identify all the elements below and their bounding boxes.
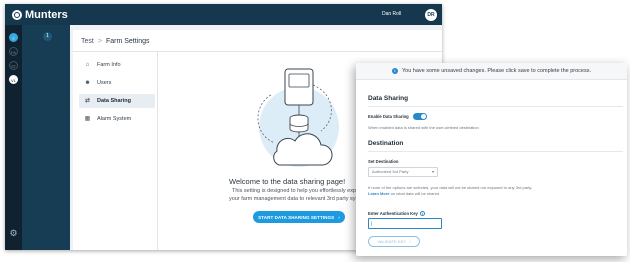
validate-key-label: VALIDATE KEY [377,239,407,244]
barn-icon: ⌂ [85,62,90,68]
device-screen [288,73,310,88]
sidebar-item-users[interactable]: ☻ Users [79,76,155,90]
validate-key-button[interactable]: VALIDATE KEY › [368,236,420,247]
start-data-sharing-button[interactable]: START DATA SHARING SETTINGS › [253,211,345,223]
learn-more-row: Learn More on what data will be shared [368,191,439,196]
unsaved-changes-text: You have some unsaved changes. Please cl… [401,68,592,74]
start-button-label: START DATA SHARING SETTINGS [258,214,335,220]
enable-data-sharing-hint: When enabled data is shared with the use… [368,125,479,130]
learn-more-link[interactable]: Learn More [368,191,390,196]
chevron-right-icon: › [338,214,340,220]
destination-selected-value: Authorized 3rd Party [372,169,409,174]
data-sharing-section-title: Data Sharing [368,95,409,102]
welcome-description-line2: your farm management data to relevant 3r… [229,196,360,202]
rail-item-vl[interactable]: VL [9,75,18,84]
sidebar-item-label: Data Sharing [97,98,131,104]
user-name[interactable]: Dan Roll [382,11,401,17]
welcome-title: Welcome to the data sharing page! [229,177,346,186]
destination-warning: If none of the options are selected, you… [368,185,533,190]
chevron-right-icon: › [409,239,411,244]
munters-logo: Munters [12,9,68,21]
sidebar-item-data-sharing[interactable]: ⇄ Data Sharing [79,94,155,108]
welcome-description-line1: This setting is designed to help you eff… [232,188,360,194]
settings-sidenav: ⌂ Farm Info ☻ Users ⇄ Data Sharing ▦ Ala… [79,58,155,130]
breadcrumb-parent[interactable]: Test [81,38,94,45]
auth-key-input[interactable]: | [368,218,442,229]
auth-key-cursor: | [371,221,373,226]
page-title: Farm Settings [105,38,150,45]
farm-number-badge[interactable]: 1 [43,32,52,41]
gear-icon[interactable]: ⚙ [9,229,18,238]
breadcrumb: Test > Farm Settings [81,38,150,45]
munters-logo-icon [12,10,22,20]
home-icon: ≡ [12,36,15,41]
section-divider [368,106,623,107]
breadcrumb-separator: > [97,38,102,45]
sidebar-item-farm-info[interactable]: ⌂ Farm Info [79,58,155,72]
destination-select[interactable]: Authorized 3rd Party ▾ [368,167,438,177]
screenshot-stage: Munters Dan Roll DR ≡ FA ST VL ⚙ 1 Test … [0,0,630,262]
header-divider [73,51,442,52]
data-sharing-settings-panel: i You have some unsaved changes. Please … [356,63,627,256]
sidebar-item-label: Alarm System [97,116,132,122]
section-divider [368,151,623,152]
destination-section-title: Destination [368,140,404,147]
rail-item-st[interactable]: ST [9,61,18,70]
enable-data-sharing-toggle[interactable] [413,113,427,120]
sidebar-item-label: Users [97,80,112,86]
chevron-down-icon: ▾ [431,169,434,174]
learn-more-suffix: on what data will be shared [390,191,440,196]
info-icon: i [391,68,398,74]
set-destination-label: Set Destination [368,159,399,164]
data-sharing-illustration [257,68,339,167]
info-icon[interactable]: i [419,211,425,216]
avatar[interactable]: DR [425,9,437,21]
user-icon: ☻ [84,80,91,86]
rail-item-home[interactable]: ≡ [9,33,18,42]
sidebar-item-label: Farm Info [97,62,121,68]
top-bar: Munters Dan Roll DR [5,4,442,25]
enable-data-sharing-label: Enable Data Sharing [368,114,409,119]
unsaved-changes-banner: i You have some unsaved changes. Please … [356,63,627,80]
auth-key-label: Enter Authentication Key [368,211,418,216]
sidebar-item-alarm-system[interactable]: ▦ Alarm System [79,112,155,126]
sidenav-divider [157,52,158,250]
farm-column: 1 [22,25,70,250]
alarm-icon: ▦ [84,116,91,122]
auth-key-label-row: Enter Authentication Key i [368,211,425,216]
brand-name: Munters [25,9,68,21]
share-icon: ⇄ [84,98,91,104]
left-rail: ≡ FA ST VL ⚙ [5,25,22,250]
rail-item-fa[interactable]: FA [9,47,18,56]
